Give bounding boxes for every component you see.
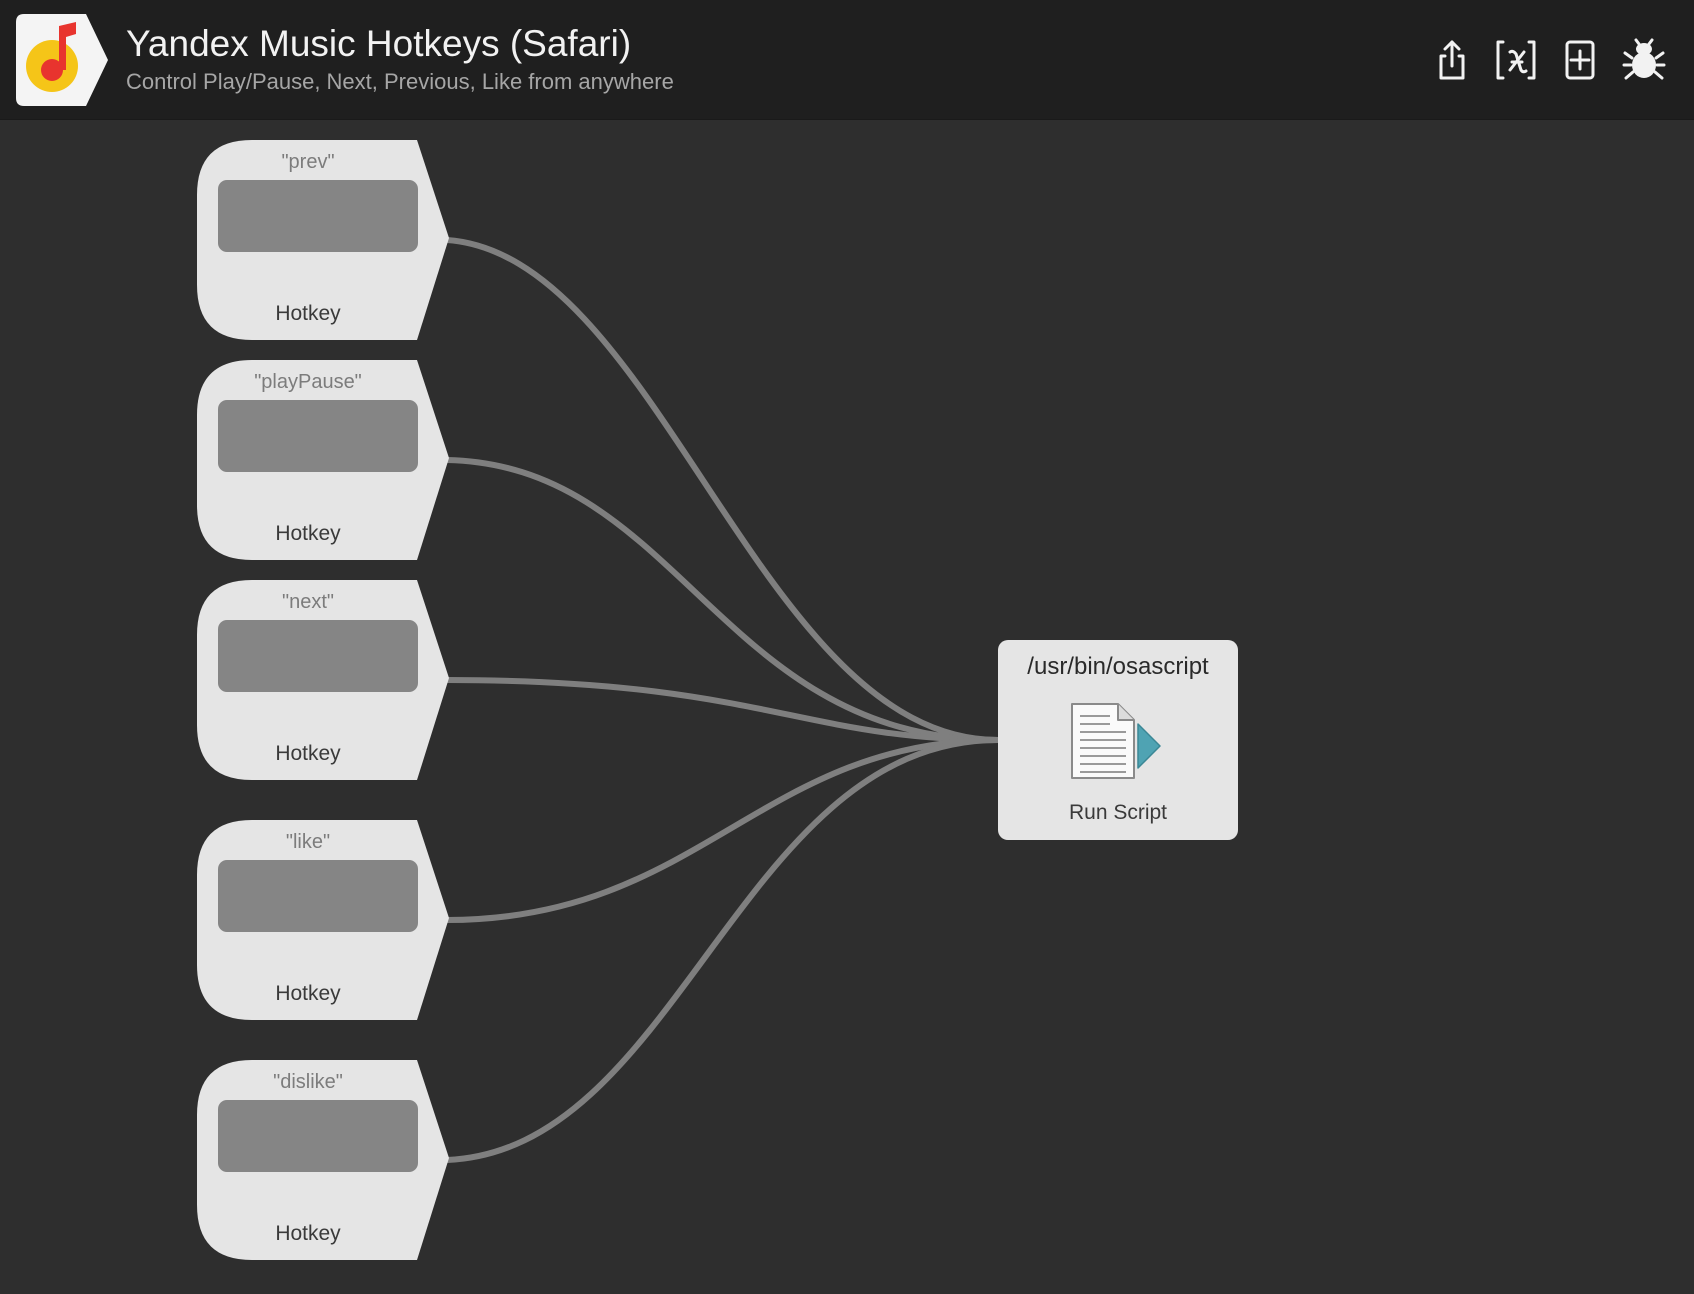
- hotkey-variable: "like": [285, 831, 331, 853]
- workflow-header: Yandex Music Hotkeys (Safari) Control Pl…: [0, 0, 1694, 120]
- hotkey-node-like[interactable]: "like" Hotkey: [197, 820, 449, 1020]
- run-script-label: Run Script: [1068, 801, 1168, 824]
- hotkey-label: Hotkey: [275, 1222, 341, 1245]
- variables-button[interactable]: [1494, 38, 1538, 82]
- hotkey-node-next[interactable]: "next" Hotkey: [197, 580, 449, 780]
- hotkey-label: Hotkey: [275, 742, 341, 765]
- run-script-node[interactable]: /usr/bin/osascript Run Script: [998, 640, 1238, 840]
- script-interpreter-path: /usr/bin/osascript: [1027, 653, 1209, 680]
- workflow-title: Yandex Music Hotkeys (Safari): [126, 23, 632, 64]
- hotkey-variable: "prev": [281, 151, 335, 173]
- hotkey-variable: "next": [281, 591, 334, 613]
- yandex-music-note-icon: [16, 14, 108, 106]
- share-button[interactable]: [1430, 38, 1474, 82]
- run-script-icon: [1071, 703, 1161, 779]
- hotkey-label: Hotkey: [275, 522, 341, 545]
- add-object-button[interactable]: [1558, 38, 1602, 82]
- hotkey-node-dislike[interactable]: "dislike" Hotkey: [197, 1060, 449, 1260]
- hotkey-node-prev[interactable]: "prev" Hotkey: [197, 140, 449, 340]
- add-object-icon: [1565, 40, 1595, 80]
- hotkey-node-playpause[interactable]: "playPause" Hotkey: [197, 360, 449, 560]
- hotkey-shortcut-field[interactable]: [218, 400, 418, 472]
- hotkey-variable: "dislike": [273, 1071, 343, 1093]
- share-icon: [1439, 40, 1465, 80]
- hotkey-variable: "playPause": [254, 371, 362, 393]
- debug-bug-icon: [1622, 38, 1666, 80]
- debug-button[interactable]: [1622, 38, 1666, 82]
- hotkey-shortcut-field[interactable]: [218, 180, 418, 252]
- hotkey-shortcut-field[interactable]: [218, 860, 418, 932]
- hotkey-shortcut-field[interactable]: [218, 1100, 418, 1172]
- hotkey-shortcut-field[interactable]: [218, 620, 418, 692]
- hotkey-label: Hotkey: [275, 302, 341, 325]
- hotkey-label: Hotkey: [275, 982, 341, 1005]
- variables-icon: [1496, 40, 1536, 80]
- workflow-subtitle: Control Play/Pause, Next, Previous, Like…: [126, 69, 674, 94]
